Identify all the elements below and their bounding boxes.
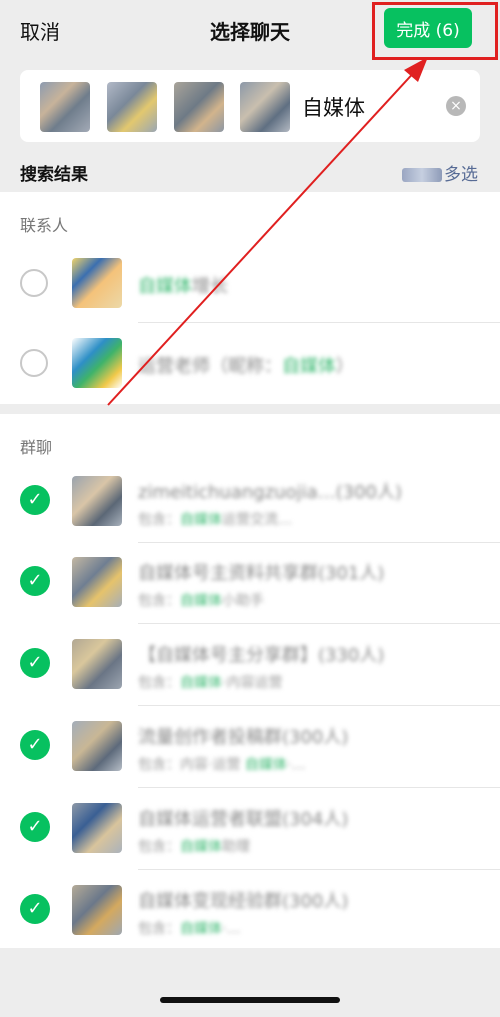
avatar bbox=[72, 721, 122, 771]
selected-chat-avatar[interactable] bbox=[174, 82, 224, 132]
group-name: 【自媒体号主分享群】(330人) bbox=[138, 645, 385, 666]
results-header: 搜索结果 多选 bbox=[0, 150, 500, 190]
checked-icon[interactable]: ✓ bbox=[20, 648, 50, 678]
checked-icon[interactable]: ✓ bbox=[20, 894, 50, 924]
contact-name: 运营老师（昵称：自媒体） bbox=[138, 356, 354, 377]
avatar bbox=[72, 885, 122, 935]
selected-chat-avatar[interactable] bbox=[107, 82, 157, 132]
contacts-section: 联系人 自媒体增长 运营老师（昵称：自媒体） bbox=[0, 192, 500, 404]
home-indicator bbox=[160, 997, 340, 1003]
group-name: 自媒体号主资料共享群(301人) bbox=[138, 563, 385, 584]
group-subtitle: 包含：自媒体小助手 bbox=[138, 593, 264, 609]
search-box[interactable]: 自媒体 × bbox=[20, 70, 480, 142]
selected-chat-avatar[interactable] bbox=[40, 82, 90, 132]
blurred-text bbox=[402, 168, 442, 182]
group-subtitle: 包含：自媒体助理 bbox=[138, 839, 250, 855]
divider bbox=[138, 787, 500, 788]
group-name: 自媒体运营者联盟(304人) bbox=[138, 809, 349, 830]
section-label-groups: 群聊 bbox=[20, 438, 53, 457]
search-input[interactable]: 自媒体 bbox=[302, 92, 365, 122]
group-subtitle: 包含：内容·运营 自媒体·… bbox=[138, 757, 306, 773]
highlight-box bbox=[372, 2, 498, 60]
group-name: 流量创作者投稿群(300人) bbox=[138, 727, 349, 748]
divider bbox=[138, 705, 500, 706]
checked-icon[interactable]: ✓ bbox=[20, 566, 50, 596]
avatar bbox=[72, 338, 122, 388]
radio-button[interactable] bbox=[20, 349, 48, 377]
contact-name: 自媒体增长 bbox=[138, 276, 228, 297]
multi-select-label: 多选 bbox=[444, 165, 478, 185]
results-title: 搜索结果 bbox=[20, 165, 88, 185]
avatar bbox=[72, 557, 122, 607]
group-subtitle: 包含：自媒体·… bbox=[138, 921, 241, 937]
group-name: 自媒体变现经验群(300人) bbox=[138, 891, 349, 912]
divider bbox=[138, 542, 500, 543]
group-subtitle: 包含：自媒体运营交流… bbox=[138, 512, 292, 528]
divider bbox=[138, 322, 500, 323]
group-name: zimeitichuangzuojia…(300人) bbox=[138, 482, 402, 503]
checked-icon[interactable]: ✓ bbox=[20, 812, 50, 842]
groups-section: 群聊 ✓ zimeitichuangzuojia…(300人) 包含：自媒体运营… bbox=[0, 414, 500, 948]
divider bbox=[138, 869, 500, 870]
group-subtitle: 包含：自媒体·内容运营 bbox=[138, 675, 283, 691]
avatar bbox=[72, 639, 122, 689]
checked-icon[interactable]: ✓ bbox=[20, 485, 50, 515]
avatar bbox=[72, 803, 122, 853]
divider bbox=[138, 623, 500, 624]
checked-icon[interactable]: ✓ bbox=[20, 730, 50, 760]
avatar bbox=[72, 258, 122, 308]
selected-chat-avatar[interactable] bbox=[240, 82, 290, 132]
avatar bbox=[72, 476, 122, 526]
radio-button[interactable] bbox=[20, 269, 48, 297]
multi-select-button[interactable]: 多选 bbox=[402, 160, 478, 185]
section-label-contacts: 联系人 bbox=[20, 216, 69, 235]
clear-icon[interactable]: × bbox=[446, 96, 466, 116]
